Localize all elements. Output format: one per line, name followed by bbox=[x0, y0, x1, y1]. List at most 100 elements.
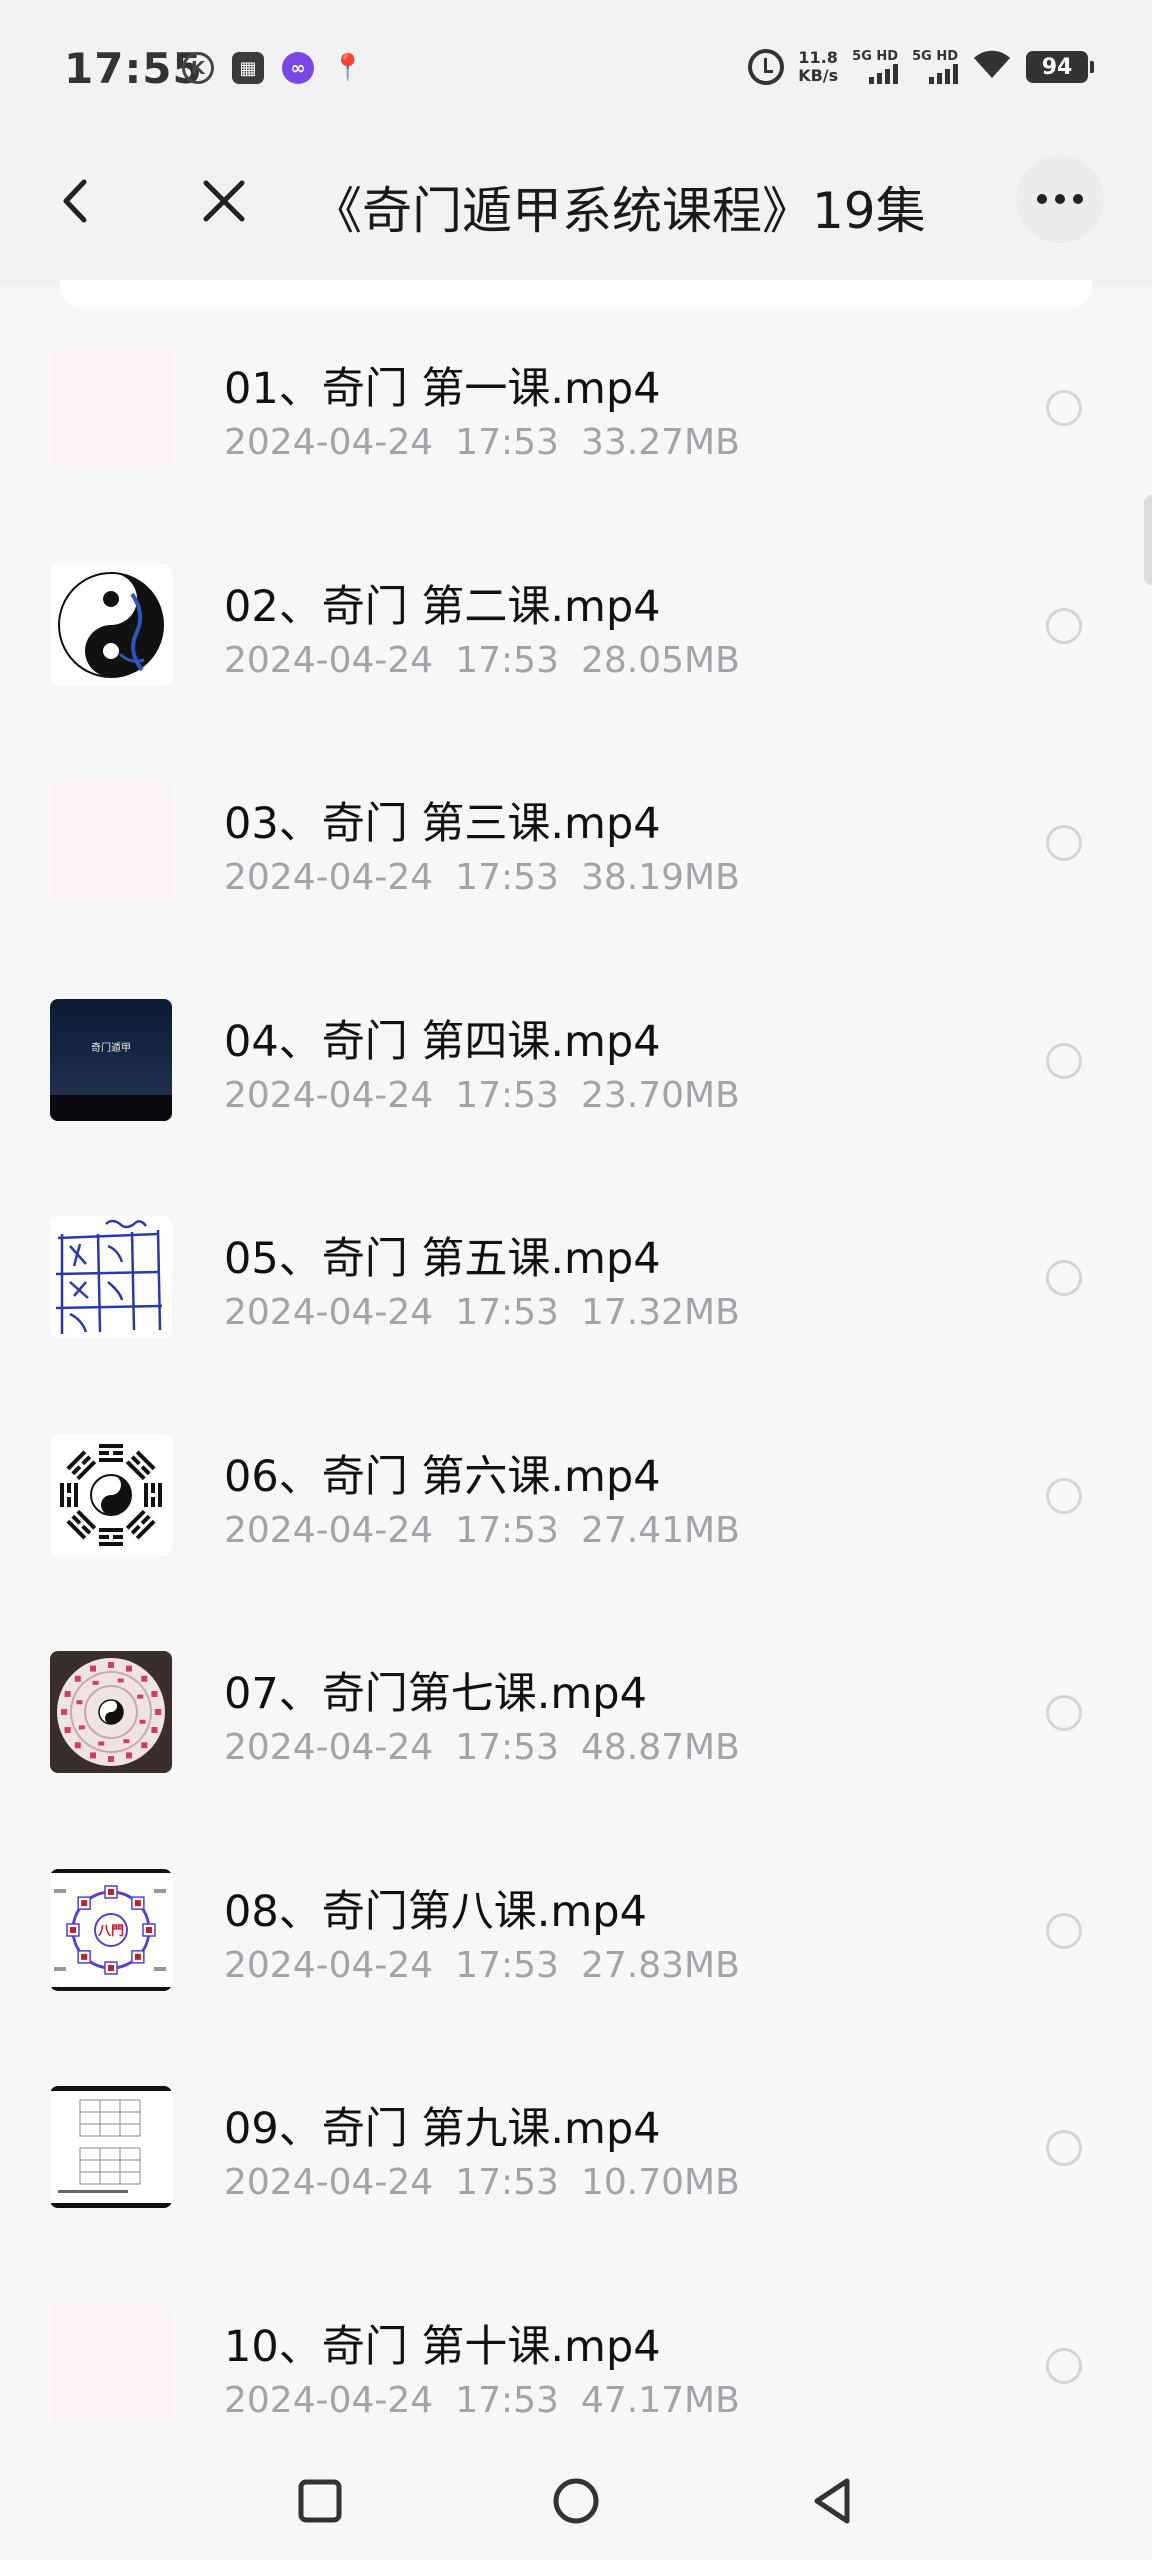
video-thumbnail bbox=[50, 346, 172, 468]
video-thumbnail bbox=[50, 1651, 172, 1773]
file-meta: 2024-04-24 17:53 33.27MB bbox=[224, 422, 762, 463]
file-meta: 2024-04-24 17:53 48.87MB bbox=[224, 1727, 762, 1768]
file-meta: 2024-04-24 17:53 10.70MB bbox=[224, 2162, 762, 2203]
file-row[interactable]: 01、奇门 第一课.mp4 2024-04-24 17:53 33.27MB bbox=[0, 300, 1152, 518]
more-dot bbox=[1055, 194, 1065, 204]
signal-2-label: 5G HD bbox=[912, 49, 958, 64]
file-row[interactable]: 奇门遁甲 04、奇门 第四课.mp4 2024-04-24 17:53 23.70MB bbox=[0, 953, 1152, 1171]
alarm-icon bbox=[748, 49, 785, 85]
file-time: 17:53 bbox=[455, 2162, 559, 2203]
back-nav-button[interactable] bbox=[797, 2466, 867, 2536]
battery-icon: 94 bbox=[1026, 51, 1094, 83]
select-radio[interactable] bbox=[1046, 1477, 1082, 1514]
file-meta: 2024-04-24 17:53 38.19MB bbox=[224, 857, 762, 898]
file-row[interactable]: 07、奇门第七课.mp4 2024-04-24 17:53 48.87MB bbox=[0, 1605, 1152, 1823]
file-row[interactable]: 06、奇门 第六课.mp4 2024-04-24 17:53 27.41MB bbox=[0, 1388, 1152, 1606]
file-name: 06、奇门 第六课.mp4 bbox=[224, 1451, 661, 1502]
file-name: 02、奇门 第二课.mp4 bbox=[224, 581, 661, 632]
file-date: 2024-04-24 bbox=[224, 1727, 434, 1768]
more-button[interactable] bbox=[1016, 155, 1104, 243]
header: 《奇门遁甲系统课程》19集 bbox=[0, 115, 1152, 287]
close-icon bbox=[203, 180, 245, 222]
file-date: 2024-04-24 bbox=[224, 1944, 434, 1986]
select-radio[interactable] bbox=[1046, 1912, 1082, 1949]
file-row[interactable]: 03、奇门 第三课.mp4 2024-04-24 17:53 38.19MB bbox=[0, 735, 1152, 953]
file-row[interactable]: 八門 08、奇门第八课.mp4 2024-04-24 17:53 27.83MB bbox=[0, 1823, 1152, 2041]
k-circle-icon: K bbox=[182, 52, 214, 84]
home-button[interactable] bbox=[541, 2466, 611, 2536]
file-size: 28.05MB bbox=[580, 639, 740, 681]
video-thumbnail bbox=[50, 781, 172, 903]
signal-bars-icon bbox=[869, 64, 899, 84]
file-size: 10.70MB bbox=[580, 2162, 740, 2203]
network-speed-unit: KB/s bbox=[798, 66, 839, 85]
more-dot bbox=[1037, 194, 1047, 204]
video-thumbnail: 奇门遁甲 bbox=[50, 998, 172, 1121]
file-time: 17:53 bbox=[455, 1509, 559, 1551]
file-meta: 2024-04-24 17:53 47.17MB bbox=[224, 2380, 762, 2421]
file-name: 05、奇门 第五课.mp4 bbox=[224, 1234, 661, 1284]
signal-1-label: 5G HD bbox=[852, 49, 899, 64]
circle-icon bbox=[553, 2478, 599, 2524]
file-meta: 2024-04-24 17:53 23.70MB bbox=[224, 1075, 762, 1116]
chevron-left-icon bbox=[63, 179, 87, 223]
file-date: 2024-04-24 bbox=[224, 422, 434, 463]
file-time: 17:53 bbox=[455, 639, 559, 681]
file-size: 47.17MB bbox=[580, 2379, 740, 2421]
select-radio[interactable] bbox=[1046, 1042, 1082, 1079]
wifi-icon bbox=[972, 48, 1012, 86]
file-size: 27.41MB bbox=[580, 1509, 740, 1551]
select-radio[interactable] bbox=[1046, 825, 1082, 861]
video-thumbnail bbox=[50, 2303, 172, 2426]
square-icon bbox=[298, 2479, 342, 2523]
gallery-icon: ▦ bbox=[232, 52, 264, 84]
network-speed-value: 11.8 bbox=[798, 48, 838, 67]
file-date: 2024-04-24 bbox=[224, 2379, 434, 2421]
file-meta: 2024-04-24 17:53 27.41MB bbox=[224, 1510, 762, 1551]
file-name: 01、奇门 第一课.mp4 bbox=[224, 364, 661, 414]
file-date: 2024-04-24 bbox=[224, 2162, 434, 2203]
video-thumbnail bbox=[50, 1216, 172, 1338]
file-row[interactable]: 09、奇门 第九课.mp4 2024-04-24 17:53 10.70MB bbox=[0, 2040, 1152, 2258]
select-radio[interactable] bbox=[1046, 1260, 1082, 1296]
file-date: 2024-04-24 bbox=[224, 1074, 434, 1116]
status-bar: 17:55 K ▦ ∞ 📍 11.8 KB/s 5G HD 5G HD 94 bbox=[0, 0, 1152, 115]
select-radio[interactable] bbox=[1046, 2130, 1082, 2166]
close-button[interactable] bbox=[184, 161, 264, 241]
location-pin-icon: 📍 bbox=[331, 53, 365, 83]
video-thumbnail: 八門 bbox=[50, 1868, 172, 1991]
file-name: 04、奇门 第四课.mp4 bbox=[224, 1016, 661, 1067]
back-button[interactable] bbox=[40, 161, 110, 241]
file-date: 2024-04-24 bbox=[224, 1292, 434, 1333]
thumb-caption: 奇门遁甲 bbox=[91, 1041, 131, 1054]
page-title: 《奇门遁甲系统课程》19集 bbox=[312, 182, 926, 240]
signal-1: 5G HD bbox=[852, 49, 899, 84]
file-time: 17:53 bbox=[455, 1727, 559, 1768]
file-date: 2024-04-24 bbox=[224, 1509, 434, 1551]
select-radio[interactable] bbox=[1046, 390, 1082, 426]
select-radio[interactable] bbox=[1046, 1695, 1082, 1731]
file-name: 03、奇门 第三课.mp4 bbox=[224, 799, 661, 849]
file-time: 17:53 bbox=[455, 2379, 559, 2421]
video-thumbnail bbox=[50, 2086, 172, 2208]
recents-button[interactable] bbox=[285, 2466, 355, 2536]
status-system-icons: 11.8 KB/s 5G HD 5G HD 94 bbox=[748, 48, 1094, 86]
status-notification-icons: K ▦ ∞ 📍 bbox=[182, 52, 364, 84]
system-navbar bbox=[0, 2430, 1152, 2560]
file-time: 17:53 bbox=[455, 1074, 559, 1116]
file-row[interactable]: 05、奇门 第五课.mp4 2024-04-24 17:53 17.32MB bbox=[0, 1170, 1152, 1388]
file-row[interactable]: 02、奇门 第二课.mp4 2024-04-24 17:53 28.05MB bbox=[0, 518, 1152, 736]
select-radio[interactable] bbox=[1046, 607, 1082, 644]
network-speed: 11.8 KB/s bbox=[798, 49, 838, 85]
signal-2: 5G HD bbox=[912, 50, 958, 84]
select-radio[interactable] bbox=[1046, 2347, 1082, 2384]
file-name: 07、奇门第七课.mp4 bbox=[224, 1669, 647, 1719]
video-thumbnail bbox=[50, 1433, 172, 1556]
file-time: 17:53 bbox=[455, 1944, 559, 1986]
file-name: 08、奇门第八课.mp4 bbox=[224, 1886, 647, 1937]
thumb-caption: 八門 bbox=[97, 1924, 124, 1939]
video-thumbnail bbox=[50, 563, 172, 686]
file-size: 23.70MB bbox=[580, 1074, 740, 1116]
scrollbar-handle[interactable] bbox=[1144, 495, 1152, 585]
signal-bars-icon bbox=[929, 64, 958, 84]
